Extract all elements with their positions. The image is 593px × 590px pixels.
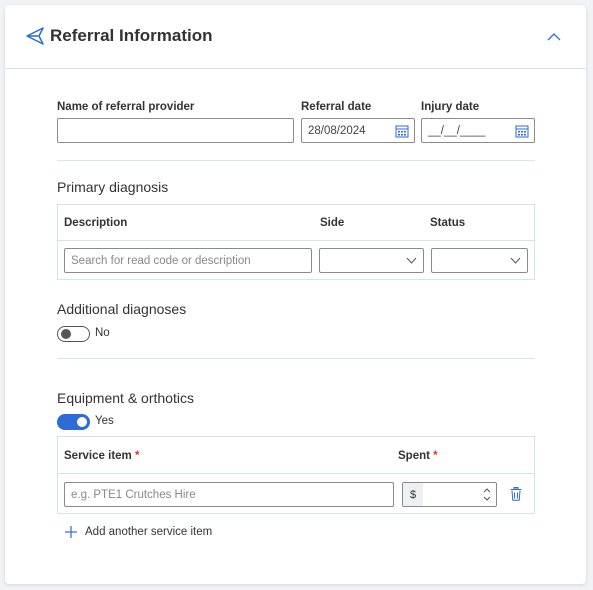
service-item-input[interactable]: e.g. PTE1 Crutches Hire bbox=[64, 482, 394, 507]
toggle-knob bbox=[77, 417, 87, 427]
required-marker: * bbox=[134, 450, 140, 462]
calendar-icon[interactable] bbox=[515, 124, 529, 138]
trash-icon[interactable] bbox=[510, 487, 522, 501]
additional-diagnoses-toggle-label: No bbox=[95, 327, 110, 339]
chevron-down-icon bbox=[510, 257, 521, 264]
description-header: Description bbox=[64, 217, 128, 229]
chevron-up-icon[interactable] bbox=[544, 27, 564, 47]
section-title: Referral Information bbox=[50, 26, 213, 45]
service-item-header: Service item * bbox=[64, 450, 139, 462]
side-select[interactable] bbox=[319, 248, 424, 273]
divider bbox=[57, 358, 535, 359]
provider-input[interactable] bbox=[57, 118, 294, 143]
diagnosis-search-input[interactable]: Search for read code or description bbox=[64, 248, 312, 273]
primary-diagnosis-title: Primary diagnosis bbox=[57, 179, 169, 195]
send-icon bbox=[26, 27, 44, 45]
chevron-down-icon bbox=[406, 257, 417, 264]
add-service-item-button[interactable]: Add another service item bbox=[65, 526, 212, 538]
toggle-knob bbox=[61, 329, 71, 339]
referral-date-value: 28/08/2024 bbox=[308, 124, 366, 137]
spinner-arrows-icon[interactable] bbox=[482, 485, 492, 504]
calendar-icon[interactable] bbox=[395, 124, 409, 138]
equipment-title: Equipment & orthotics bbox=[57, 390, 194, 406]
plus-icon bbox=[65, 526, 77, 538]
service-items-table: Service item * Spent * e.g. PTE1 Crutche… bbox=[57, 436, 535, 514]
spent-header-text: Spent bbox=[398, 450, 430, 462]
injury-date-value: __/__/____ bbox=[428, 124, 486, 137]
additional-diagnoses-title: Additional diagnoses bbox=[57, 301, 187, 317]
status-select[interactable] bbox=[431, 248, 528, 273]
primary-diagnosis-table: Description Side Status Search for read … bbox=[57, 204, 535, 280]
add-service-item-label: Add another service item bbox=[85, 526, 213, 538]
referral-date-label: Referral date bbox=[301, 101, 372, 113]
service-item-header-text: Service item bbox=[64, 450, 132, 462]
equipment-toggle-label: Yes bbox=[95, 415, 114, 427]
status-header: Status bbox=[430, 217, 466, 229]
spent-input[interactable]: $ bbox=[402, 482, 497, 507]
currency-symbol: $ bbox=[403, 483, 423, 506]
injury-date-input[interactable]: __/__/____ bbox=[421, 118, 535, 143]
injury-date-label: Injury date bbox=[421, 101, 480, 113]
additional-diagnoses-toggle[interactable] bbox=[57, 326, 90, 342]
provider-label: Name of referral provider bbox=[57, 101, 195, 113]
referral-card: Referral Information Name of referral pr… bbox=[5, 5, 586, 584]
side-header: Side bbox=[320, 217, 345, 229]
required-marker: * bbox=[433, 450, 438, 462]
spent-header: Spent * bbox=[398, 450, 438, 462]
card-header: Referral Information bbox=[5, 5, 586, 69]
referral-date-input[interactable]: 28/08/2024 bbox=[301, 118, 415, 143]
equipment-toggle[interactable] bbox=[57, 414, 90, 430]
divider bbox=[57, 160, 535, 161]
